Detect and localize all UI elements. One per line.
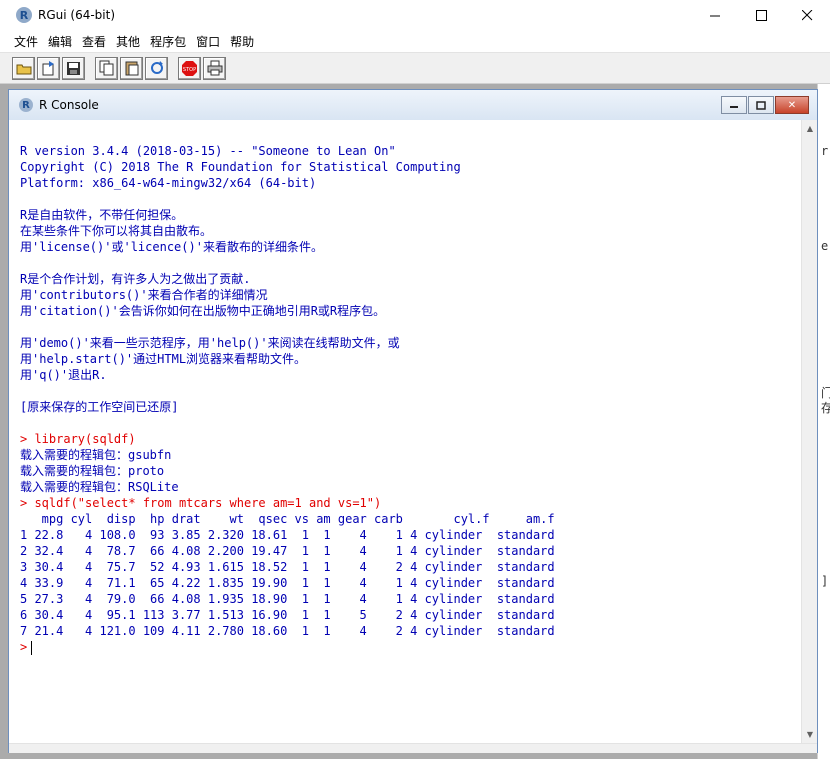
background-window-edge: r e 门 存 ]: [817, 84, 830, 759]
console-line: 用'citation()'会告诉你如何在出版物中正确地引用R或R程序包。: [20, 304, 386, 318]
console-line: 用'contributors()'来看合作者的详细情况: [20, 288, 268, 302]
console-line: > library(sqldf): [20, 432, 136, 446]
console-close-button[interactable]: ✕: [775, 96, 809, 114]
load-icon: [42, 61, 54, 76]
console-title: R Console: [39, 98, 99, 112]
console-bottom-border: [9, 743, 817, 753]
r-console-window: R R Console ✕ R version 3.4.4 (2018-03-1…: [8, 89, 818, 753]
scroll-up-arrow-icon[interactable]: ▲: [802, 120, 818, 137]
text-cursor: [31, 640, 33, 655]
console-controls: ✕: [720, 96, 809, 114]
menu-packages[interactable]: 程序包: [145, 33, 191, 50]
console-line: mpg cyl disp hp drat wt qsec vs am gear …: [20, 512, 555, 526]
refresh-icon: [150, 61, 163, 74]
copy-button[interactable]: [95, 56, 118, 80]
copy-paste-button[interactable]: [145, 56, 168, 80]
scroll-down-arrow-icon[interactable]: ▼: [802, 726, 818, 743]
console-line: 用'license()'或'licence()'来看散布的详细条件。: [20, 240, 323, 254]
toolbar: STOP: [0, 52, 830, 84]
menu-misc[interactable]: 其他: [111, 33, 145, 50]
console-line: Platform: x86_64-w64-mingw32/x64 (64-bit…: [20, 176, 317, 190]
menubar: 文件 编辑 查看 其他 程序包 窗口 帮助: [0, 30, 830, 52]
print-button[interactable]: [203, 56, 226, 80]
console-line: 6 30.4 4 95.1 113 3.77 1.513 16.90 1 1 5…: [20, 608, 555, 622]
console-line: 用'demo()'来看一些示范程序，用'help()'来阅读在线帮助文件，或: [20, 336, 400, 350]
r-logo-icon: R: [19, 98, 33, 112]
open-script-button[interactable]: [12, 56, 35, 80]
console-line: R version 3.4.4 (2018-03-15) -- "Someone…: [20, 144, 396, 158]
close-button[interactable]: [784, 0, 830, 30]
menu-file[interactable]: 文件: [9, 33, 43, 50]
console-line: > sqldf("select* from mtcars where am=1 …: [20, 496, 382, 510]
menu-view[interactable]: 查看: [77, 33, 111, 50]
console-line: 载入需要的程辑包：RSQLite: [20, 480, 179, 494]
paste-icon: [125, 61, 138, 76]
open-folder-icon: [16, 64, 31, 75]
load-workspace-button[interactable]: [37, 56, 60, 80]
console-line: 用'q()'退出R.: [20, 368, 107, 382]
console-line: Copyright (C) 2018 The R Foundation for …: [20, 160, 461, 174]
vertical-scrollbar[interactable]: ▲ ▼: [801, 120, 817, 743]
maximize-button[interactable]: [738, 0, 784, 30]
window-controls: [692, 0, 830, 30]
console-line: 1 22.8 4 108.0 93 3.85 2.320 18.61 1 1 4…: [20, 528, 555, 542]
console-line: 用'help.start()'通过HTML浏览器来看帮助文件。: [20, 352, 307, 366]
console-line: 5 27.3 4 79.0 66 4.08 1.935 18.90 1 1 4 …: [20, 592, 555, 606]
menu-help[interactable]: 帮助: [225, 33, 259, 50]
stop-icon: STOP: [182, 60, 197, 76]
console-prompt[interactable]: >: [20, 639, 801, 655]
console-line: 4 33.9 4 71.1 65 4.22 1.835 19.90 1 1 4 …: [20, 576, 555, 590]
app-titlebar[interactable]: R RGui (64-bit): [0, 0, 830, 30]
printer-icon: [207, 60, 222, 76]
menu-edit[interactable]: 编辑: [43, 33, 77, 50]
r-logo-icon: R: [16, 7, 32, 23]
console-line: 载入需要的程辑包：proto: [20, 464, 165, 478]
copy-icon: [99, 60, 113, 76]
console-line: 载入需要的程辑包：gsubfn: [20, 448, 172, 462]
console-line: R是自由软件，不带任何担保。: [20, 208, 184, 222]
minimize-button[interactable]: [692, 0, 738, 30]
console-output[interactable]: R version 3.4.4 (2018-03-15) -- "Someone…: [9, 120, 801, 743]
console-line: R是个合作计划，有许多人为之做出了贡献.: [20, 272, 251, 286]
console-titlebar[interactable]: R R Console ✕: [9, 90, 817, 120]
stop-button[interactable]: STOP: [178, 56, 201, 80]
svg-text:STOP: STOP: [183, 67, 196, 73]
console-line: 3 30.4 4 75.7 52 4.93 1.615 18.52 1 1 4 …: [20, 560, 555, 574]
menu-windows[interactable]: 窗口: [191, 33, 225, 50]
console-line: 7 21.4 4 121.0 109 4.11 2.780 18.60 1 1 …: [20, 624, 555, 638]
save-workspace-button[interactable]: [62, 56, 85, 80]
console-line: 2 32.4 4 78.7 66 4.08 2.200 19.47 1 1 4 …: [20, 544, 555, 558]
paste-button[interactable]: [120, 56, 143, 80]
window-title: RGui (64-bit): [38, 8, 116, 22]
console-maximize-button[interactable]: [748, 96, 774, 114]
console-line: [原来保存的工作空间已还原]: [20, 400, 179, 414]
save-icon: [67, 61, 80, 75]
console-minimize-button[interactable]: [721, 96, 747, 114]
console-line: 在某些条件下你可以将其自由散布。: [20, 224, 213, 238]
